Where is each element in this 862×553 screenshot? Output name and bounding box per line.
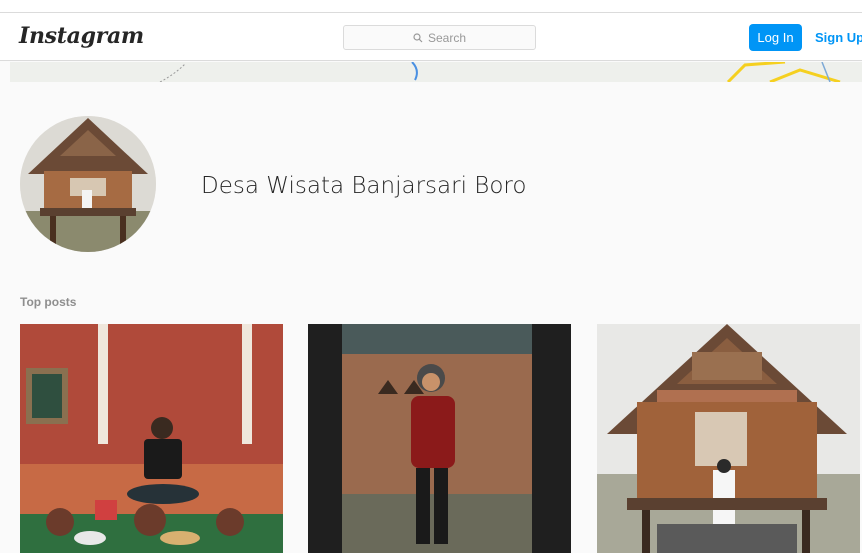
location-map[interactable] xyxy=(10,62,862,82)
section-title-top-posts: Top posts xyxy=(20,295,77,309)
navbar: Instagram Search Log In Sign Up xyxy=(0,13,862,61)
profile-avatar xyxy=(20,116,156,252)
login-button[interactable]: Log In xyxy=(749,24,802,51)
top-post-3[interactable] xyxy=(597,324,860,553)
browser-top-edge xyxy=(0,0,862,13)
top-post-2[interactable] xyxy=(308,324,571,553)
profile-name: Desa Wisata Banjarsari Boro xyxy=(201,173,527,199)
search-icon xyxy=(413,32,423,42)
search-placeholder: Search xyxy=(427,30,467,45)
search-input[interactable]: Search xyxy=(343,25,536,50)
instagram-logo[interactable]: Instagram xyxy=(19,23,144,49)
signup-link[interactable]: Sign Up xyxy=(815,30,862,45)
top-post-1[interactable] xyxy=(20,324,283,553)
